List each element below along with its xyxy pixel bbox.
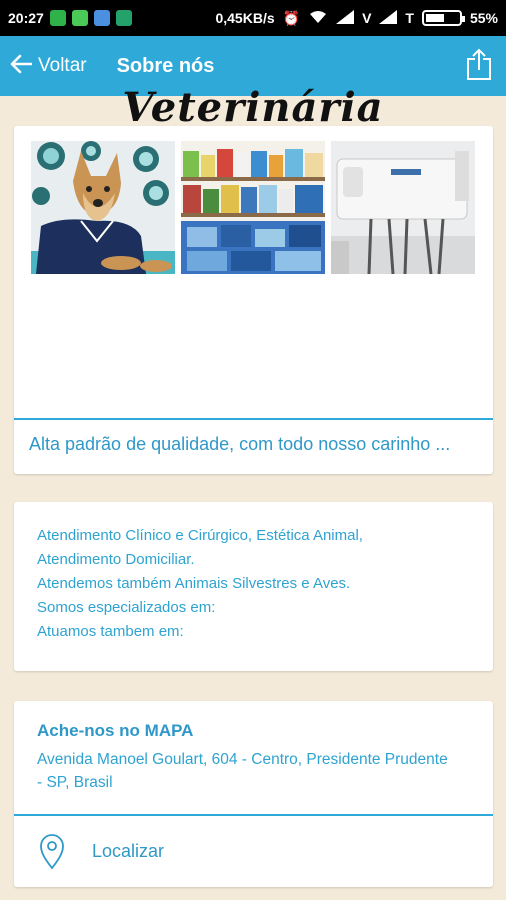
location-pin-icon	[38, 833, 66, 870]
services-text: Atendimento Clínico e Cirúrgico, Estétic…	[37, 524, 363, 644]
share-button[interactable]	[464, 48, 494, 84]
alarm-icon: ⏰	[282, 9, 301, 26]
brand-header: Veterinária	[122, 84, 384, 126]
signal-icon	[336, 9, 355, 27]
whatsapp-notification-icon	[71, 10, 88, 26]
wifi-icon	[308, 10, 328, 27]
locate-button[interactable]: Localizar	[14, 816, 493, 887]
map-title: Ache-nos no MAPA	[37, 721, 194, 740]
image-gallery	[31, 141, 475, 274]
services-line: Atuamos tambem em:	[37, 623, 184, 640]
battery-icon	[421, 10, 465, 26]
gallery-caption[interactable]: Alta padrão de qualidade, com todo nosso…	[29, 434, 450, 455]
gallery-image-pet-food[interactable]	[181, 141, 325, 274]
services-line: Somos especializados em:	[37, 599, 216, 616]
status-bar: 20:27 0,45KB/s ⏰ V T 55%	[0, 0, 506, 36]
phone-notification-icon	[49, 10, 66, 26]
signal-icon-2	[379, 9, 398, 27]
map-address: Avenida Manoel Goulart, 604 - Centro, Pr…	[37, 751, 448, 791]
play-store-notification-icon	[115, 10, 132, 26]
back-label: Voltar	[38, 55, 87, 76]
carrier-1: V	[362, 10, 372, 26]
carrier-2: T	[405, 10, 414, 26]
locate-label: Localizar	[92, 841, 165, 861]
services-line: Atendemos também Animais Silvestres e Av…	[37, 575, 351, 592]
services-line: Atendimento Domiciliar.	[37, 551, 195, 568]
clock: 20:27	[8, 10, 44, 26]
arrow-left-icon	[10, 54, 33, 79]
services-line: Atendimento Clínico e Cirúrgico, Estétic…	[37, 527, 363, 544]
page-title: Sobre nós	[116, 54, 215, 77]
map-card: Ache-nos no MAPA Avenida Manoel Goulart,…	[14, 701, 493, 887]
app-notification-icon	[93, 10, 110, 26]
gallery-card: Alta padrão de qualidade, com todo nosso…	[14, 126, 493, 474]
divider	[14, 418, 493, 420]
gallery-image-dog[interactable]	[31, 141, 175, 274]
services-card: Atendimento Clínico e Cirúrgico, Estétic…	[14, 502, 493, 671]
share-icon	[466, 48, 492, 85]
gallery-image-dental-equipment[interactable]	[331, 141, 475, 274]
battery-percent: 55%	[469, 10, 498, 26]
network-speed: 0,45KB/s	[215, 10, 275, 26]
